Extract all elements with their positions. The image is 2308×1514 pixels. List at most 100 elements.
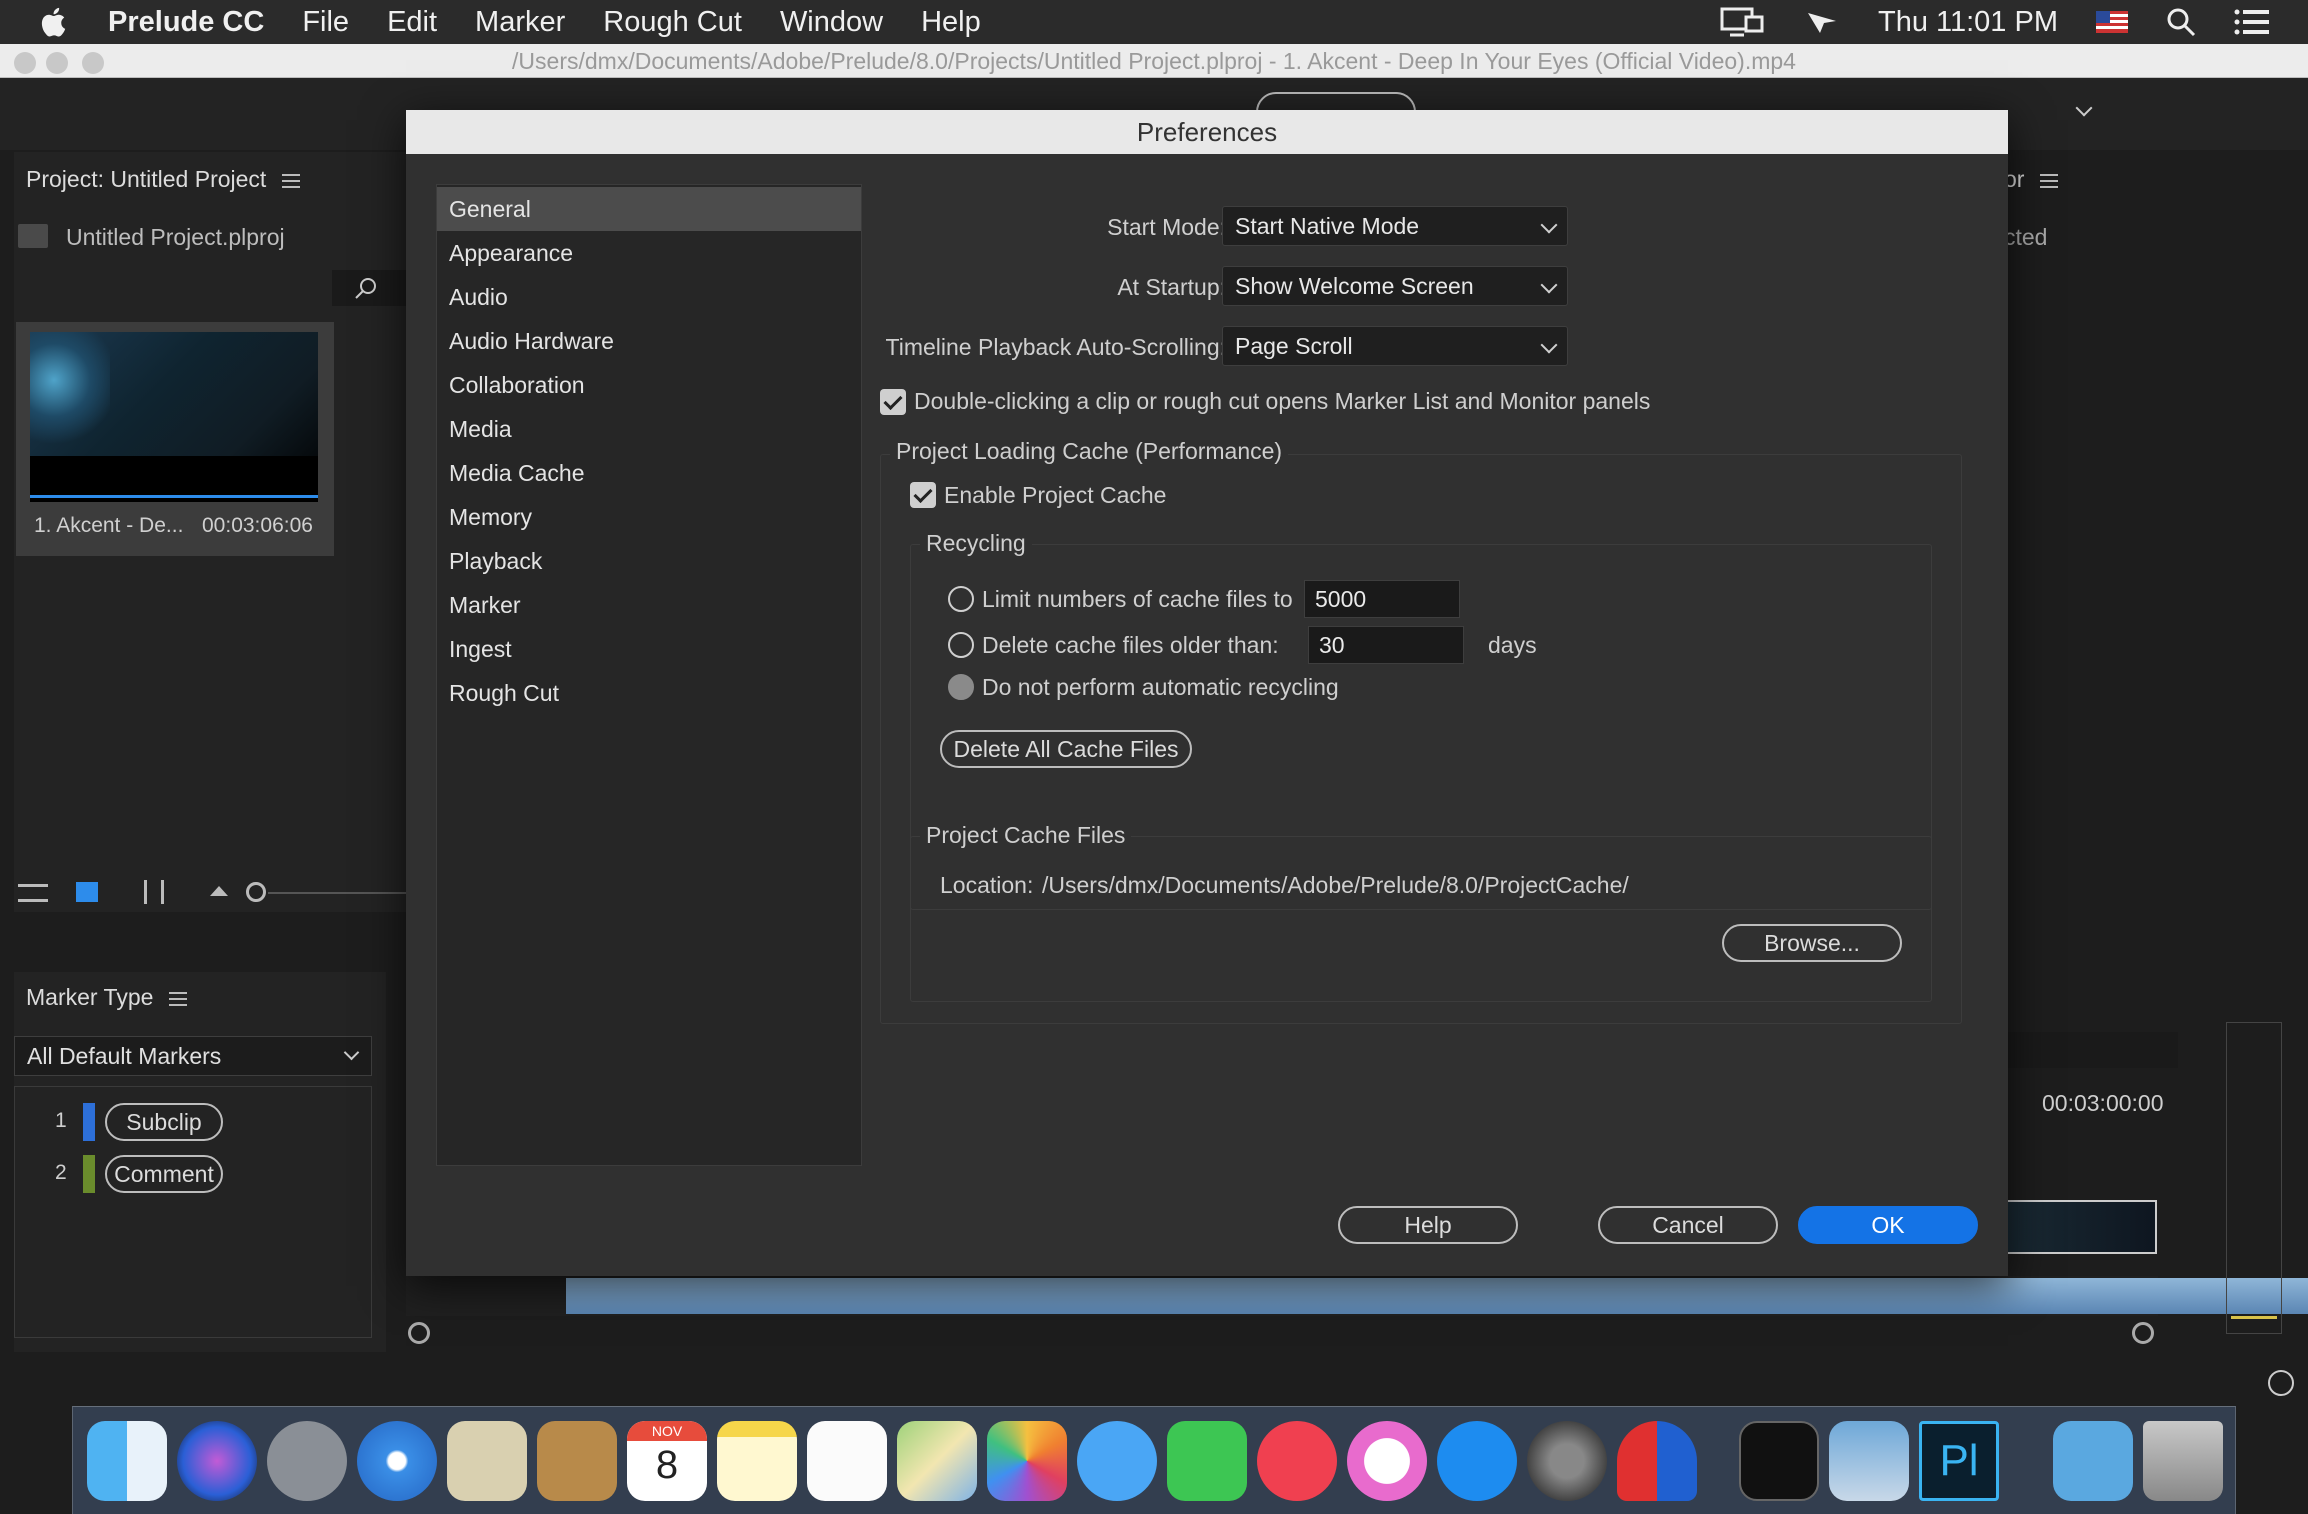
photos-icon[interactable] bbox=[987, 1421, 1067, 1501]
system-preferences-icon[interactable] bbox=[1527, 1421, 1607, 1501]
category-marker[interactable]: Marker bbox=[437, 583, 861, 627]
apple-icon[interactable] bbox=[38, 5, 72, 39]
help-button[interactable]: Help bbox=[1338, 1206, 1518, 1244]
category-audio[interactable]: Audio bbox=[437, 275, 861, 319]
clip-thumbnail-card[interactable]: 1. Akcent - De... 00:03:06:06 bbox=[16, 322, 334, 556]
timeline-timecode: 00:03:00:00 bbox=[2042, 1090, 2164, 1116]
menu-window[interactable]: Window bbox=[780, 6, 883, 39]
icon-view-icon[interactable] bbox=[76, 882, 98, 902]
no-recycling-radio[interactable] bbox=[948, 674, 974, 700]
menu-rough-cut[interactable]: Rough Cut bbox=[603, 6, 742, 39]
marker-type-row[interactable]: 1 Subclip bbox=[15, 1101, 373, 1141]
notes-icon[interactable] bbox=[717, 1421, 797, 1501]
zoom-slider-handle[interactable] bbox=[246, 882, 266, 902]
scroll-start-handle[interactable] bbox=[408, 1322, 430, 1344]
app-store-icon[interactable] bbox=[1437, 1421, 1517, 1501]
category-rough-cut[interactable]: Rough Cut bbox=[437, 671, 861, 715]
maps-icon[interactable] bbox=[897, 1421, 977, 1501]
calendar-day: 8 bbox=[655, 1443, 679, 1487]
double-click-checkbox[interactable] bbox=[880, 389, 906, 415]
video-clip-strip[interactable] bbox=[2005, 1200, 2157, 1254]
marker-type-panel: Marker Type All Default Markers 1 Subcli… bbox=[14, 972, 386, 1352]
marker-hotkey: 2 bbox=[55, 1161, 67, 1184]
enable-project-cache-label: Enable Project Cache bbox=[944, 482, 1167, 508]
sort-icon[interactable] bbox=[144, 880, 164, 904]
zoom-slider-track[interactable] bbox=[268, 892, 408, 894]
cancel-button[interactable]: Cancel bbox=[1598, 1206, 1778, 1244]
delete-older-radio[interactable] bbox=[948, 632, 974, 658]
info-icon[interactable] bbox=[2268, 1370, 2294, 1396]
marker-panel-menu-icon[interactable] bbox=[169, 991, 188, 1006]
delete-all-cache-files-button[interactable]: Delete All Cache Files bbox=[940, 730, 1192, 768]
list-view-icon[interactable] bbox=[18, 884, 48, 902]
limit-cache-files-radio[interactable] bbox=[948, 586, 974, 612]
comment-marker-button[interactable]: Comment bbox=[105, 1155, 223, 1193]
app-menu[interactable]: Prelude CC bbox=[108, 6, 264, 39]
contacts-icon[interactable] bbox=[537, 1421, 617, 1501]
airplay-icon[interactable] bbox=[1804, 7, 1840, 37]
category-playback[interactable]: Playback bbox=[437, 539, 861, 583]
preview-icon[interactable] bbox=[1829, 1421, 1909, 1501]
category-general[interactable]: General bbox=[437, 187, 861, 231]
display-icon[interactable] bbox=[1720, 7, 1766, 37]
notification-center-icon[interactable] bbox=[2234, 8, 2270, 36]
category-audio-hardware[interactable]: Audio Hardware bbox=[437, 319, 861, 363]
trash-icon[interactable] bbox=[2143, 1421, 2223, 1501]
project-file-name[interactable]: Untitled Project.plproj bbox=[66, 224, 285, 251]
prelude-icon[interactable]: Pl bbox=[1919, 1421, 1999, 1501]
project-folder-icon bbox=[18, 224, 48, 248]
messages-icon[interactable] bbox=[1077, 1421, 1157, 1501]
clock[interactable]: Thu 11:01 PM bbox=[1878, 6, 2058, 39]
marker-type-row[interactable]: 2 Comment bbox=[15, 1153, 373, 1193]
ok-button[interactable]: OK bbox=[1798, 1206, 1978, 1244]
autoscroll-dropdown[interactable]: Page Scroll bbox=[1222, 326, 1568, 366]
timeline-scrollbar[interactable] bbox=[406, 1320, 2158, 1350]
mail-icon[interactable] bbox=[447, 1421, 527, 1501]
category-appearance[interactable]: Appearance bbox=[437, 231, 861, 275]
browse-button[interactable]: Browse... bbox=[1722, 924, 1902, 962]
window-titlebar: /Users/dmx/Documents/Adobe/Prelude/8.0/P… bbox=[0, 44, 2308, 78]
category-collaboration[interactable]: Collaboration bbox=[437, 363, 861, 407]
menu-file[interactable]: File bbox=[302, 6, 349, 39]
subclip-marker-button[interactable]: Subclip bbox=[105, 1103, 223, 1141]
marker-filter-dropdown[interactable]: All Default Markers bbox=[14, 1036, 372, 1076]
siri-icon[interactable] bbox=[177, 1421, 257, 1501]
flag-icon[interactable] bbox=[2096, 11, 2128, 33]
limit-cache-files-label: Limit numbers of cache files to bbox=[982, 586, 1293, 612]
reminders-icon[interactable] bbox=[807, 1421, 887, 1501]
project-panel-title-text: Project: Untitled Project bbox=[26, 166, 267, 192]
workspace-overflow-chevron-icon[interactable] bbox=[2075, 99, 2093, 117]
downloads-folder-icon[interactable] bbox=[2053, 1421, 2133, 1501]
category-memory[interactable]: Memory bbox=[437, 495, 861, 539]
zoom-out-icon[interactable] bbox=[210, 886, 228, 896]
menu-edit[interactable]: Edit bbox=[387, 6, 437, 39]
delete-older-days-input[interactable]: 30 bbox=[1308, 626, 1464, 664]
terminal-icon[interactable] bbox=[1739, 1421, 1819, 1501]
launchpad-icon[interactable] bbox=[267, 1421, 347, 1501]
enable-project-cache-checkbox[interactable] bbox=[910, 482, 936, 508]
finder-icon[interactable] bbox=[87, 1421, 167, 1501]
project-search-field[interactable] bbox=[332, 270, 412, 306]
audio-waveform[interactable] bbox=[566, 1278, 2308, 1314]
itunes-icon[interactable] bbox=[1347, 1421, 1427, 1501]
news-icon[interactable] bbox=[1257, 1421, 1337, 1501]
calendar-icon[interactable]: NOV 8 bbox=[627, 1421, 707, 1501]
limit-cache-files-input[interactable]: 5000 bbox=[1304, 580, 1460, 618]
menu-help[interactable]: Help bbox=[921, 6, 981, 39]
menu-marker[interactable]: Marker bbox=[475, 6, 565, 39]
category-media-cache[interactable]: Media Cache bbox=[437, 451, 861, 495]
marker-hotkey: 1 bbox=[55, 1109, 67, 1132]
right-panel-menu-icon[interactable] bbox=[2040, 173, 2059, 188]
calendar-month: NOV bbox=[627, 1421, 707, 1441]
spotlight-search-icon[interactable] bbox=[2166, 7, 2196, 37]
panel-menu-icon[interactable] bbox=[282, 173, 301, 188]
facetime-icon[interactable] bbox=[1167, 1421, 1247, 1501]
start-mode-dropdown[interactable]: Start Native Mode bbox=[1222, 206, 1568, 246]
category-ingest[interactable]: Ingest bbox=[437, 627, 861, 671]
scroll-end-handle[interactable] bbox=[2132, 1322, 2154, 1344]
category-media[interactable]: Media bbox=[437, 407, 861, 451]
magnet-icon[interactable] bbox=[1617, 1421, 1697, 1501]
safari-icon[interactable] bbox=[357, 1421, 437, 1501]
at-startup-dropdown[interactable]: Show Welcome Screen bbox=[1222, 266, 1568, 306]
timeline-header-bar bbox=[2008, 1032, 2178, 1068]
